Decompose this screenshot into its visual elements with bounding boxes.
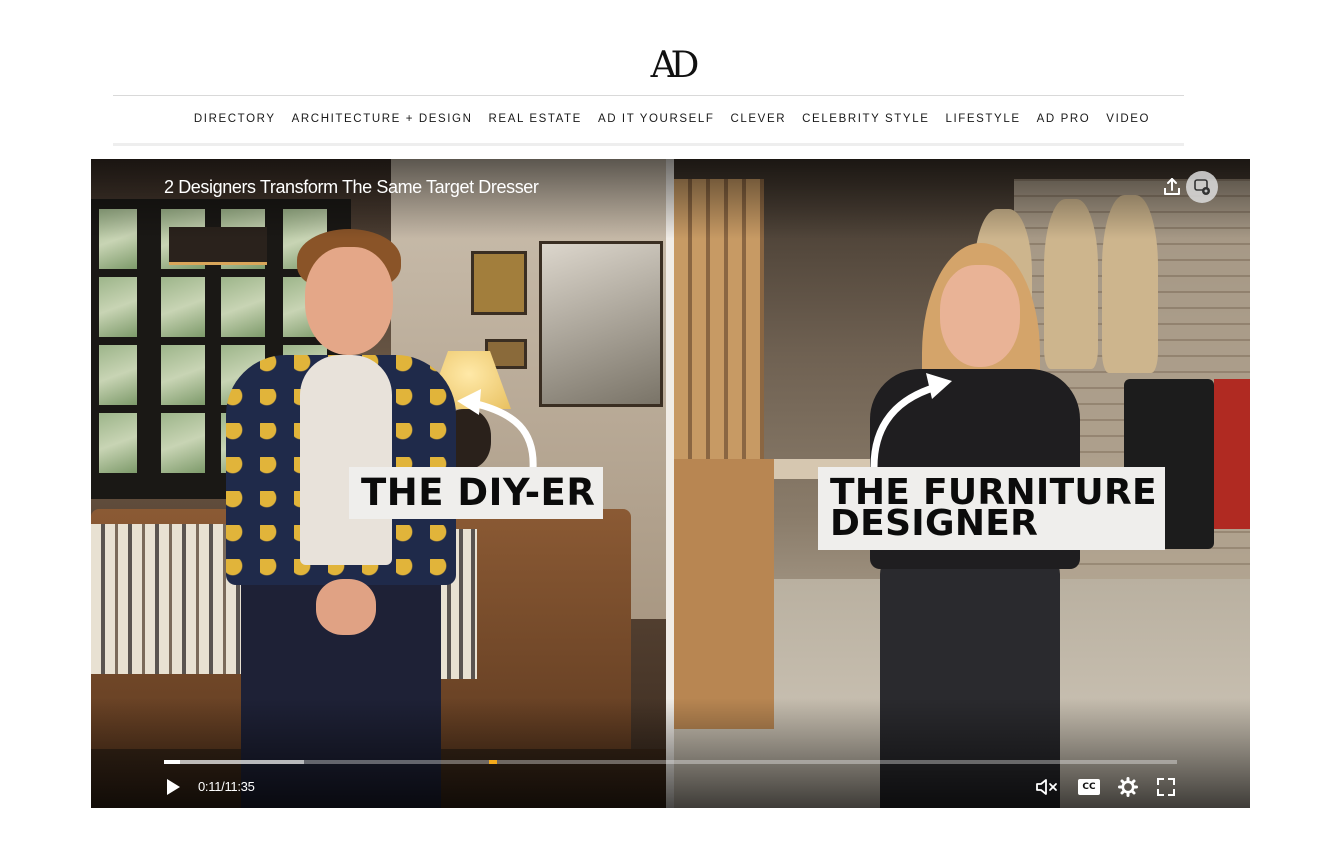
- video-player[interactable]: THE DIY-ER THE FURNITURE DESIGNER 2 Desi…: [91, 159, 1250, 808]
- header-divider: [113, 95, 1184, 96]
- nav-item-ad-it-yourself[interactable]: AD IT YOURSELF: [598, 111, 715, 129]
- main-nav: DIRECTORY ARCHITECTURE + DESIGN REAL EST…: [0, 111, 1344, 129]
- overlay-label-diyer: THE DIY-ER: [349, 467, 603, 519]
- share-icon[interactable]: [1162, 177, 1182, 197]
- nav-item-ad-pro[interactable]: AD PRO: [1037, 111, 1091, 129]
- nav-item-celebrity-style[interactable]: CELEBRITY STYLE: [802, 111, 929, 129]
- progress-buffered: [164, 760, 304, 764]
- cast-icon[interactable]: [1186, 171, 1218, 203]
- video-progress-bar[interactable]: [164, 760, 1177, 764]
- fullscreen-icon[interactable]: [1154, 776, 1178, 798]
- nav-item-architecture-design[interactable]: ARCHITECTURE + DESIGN: [292, 111, 473, 129]
- arrow-icon: [870, 373, 952, 469]
- gear-icon[interactable]: [1116, 776, 1140, 798]
- nav-item-directory[interactable]: DIRECTORY: [194, 111, 276, 129]
- chapter-marker[interactable]: [489, 760, 498, 764]
- nav-item-lifestyle[interactable]: LIFESTYLE: [945, 111, 1020, 129]
- workbench: [674, 459, 774, 729]
- progress-played: [164, 760, 180, 764]
- overlay-label-furniture-designer: THE FURNITURE DESIGNER: [818, 467, 1165, 550]
- cc-label: CC: [1078, 779, 1100, 795]
- site-logo[interactable]: AD: [0, 44, 1344, 88]
- nav-item-real-estate[interactable]: REAL ESTATE: [489, 111, 582, 129]
- arrow-icon: [457, 389, 537, 471]
- closed-captions-icon[interactable]: CC: [1077, 776, 1101, 798]
- time-display: 0:11/11:35: [198, 779, 255, 794]
- nav-item-clever[interactable]: CLEVER: [731, 111, 787, 129]
- volume-muted-icon[interactable]: [1035, 776, 1059, 798]
- framed-artwork: [539, 241, 663, 407]
- video-title: 2 Designers Transform The Same Target Dr…: [164, 177, 539, 197]
- nav-item-video[interactable]: VIDEO: [1106, 111, 1150, 129]
- nav-divider: [113, 143, 1184, 146]
- framed-picture: [471, 251, 527, 315]
- play-icon[interactable]: [164, 778, 182, 796]
